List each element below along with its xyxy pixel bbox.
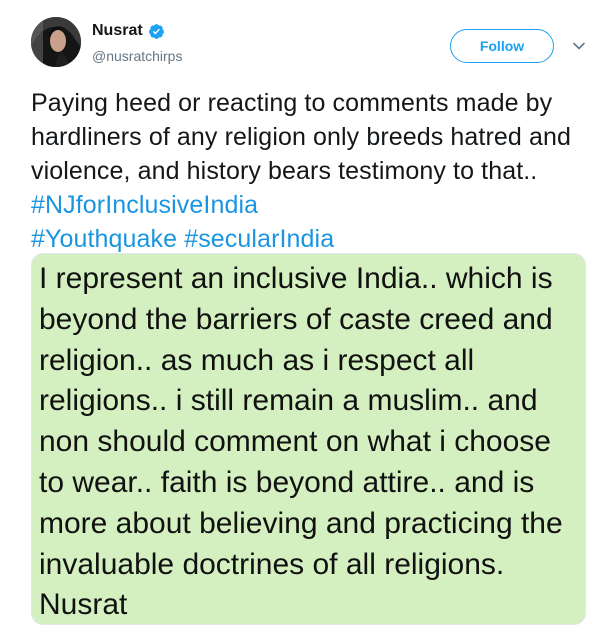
author-handle[interactable]: @nusratchirps [92,47,182,65]
avatar-photo-icon [31,17,81,67]
follow-button[interactable]: Follow [450,29,554,63]
author-display-name[interactable]: Nusrat [92,21,143,41]
hashtag-link[interactable]: #secularIndia [184,225,334,253]
hashtag-link[interactable]: #Youthquake [31,225,177,253]
avatar[interactable] [31,17,81,67]
hashtag-link[interactable]: #NJforInclusiveIndia [31,191,258,219]
tweet: Nusrat @nusratchirps Follow Paying heed … [0,0,615,637]
verified-badge-icon [148,23,165,40]
chevron-down-icon[interactable] [571,38,587,54]
tweet-text-body: Paying heed or reacting to comments made… [31,89,571,185]
media-message-text: I represent an inclusive India.. which i… [39,262,563,622]
author-name-row[interactable]: Nusrat [92,21,165,41]
tweet-text: Paying heed or reacting to comments made… [31,86,596,256]
tweet-media-image[interactable]: I represent an inclusive India.. which i… [31,253,586,625]
